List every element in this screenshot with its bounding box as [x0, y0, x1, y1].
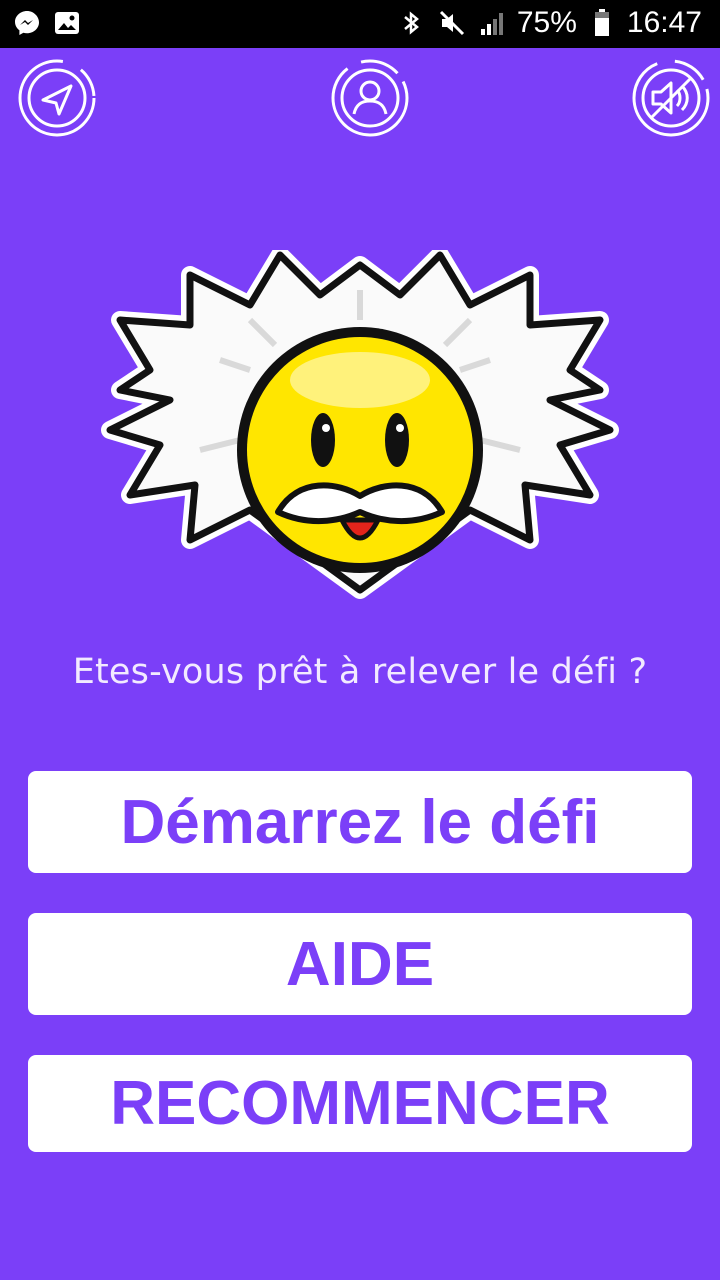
image-icon [52, 8, 82, 38]
sound-toggle-button[interactable] [631, 58, 711, 138]
messenger-icon [12, 8, 42, 38]
signal-icon [477, 8, 507, 38]
profile-button[interactable] [330, 58, 410, 138]
restart-button[interactable]: RECOMMENCER [28, 1055, 692, 1152]
status-left-icons [12, 8, 82, 38]
sound-off-icon [632, 59, 710, 137]
start-challenge-button[interactable]: Démarrez le défi [28, 771, 692, 873]
battery-percent: 75% [516, 6, 577, 39]
challenge-prompt: Etes-vous prêt à relever le défi ? [72, 652, 648, 692]
profile-icon [331, 59, 409, 137]
status-bar: 75% 16:47 [0, 0, 720, 48]
navigation-button[interactable] [17, 58, 97, 138]
battery-icon [587, 8, 617, 38]
status-right: 75% 16:47 [397, 6, 702, 40]
navigation-arrow-icon [18, 59, 96, 137]
help-button[interactable]: AIDE [28, 913, 692, 1015]
clock: 16:47 [626, 6, 702, 39]
bluetooth-icon [397, 8, 427, 38]
einstein-smiley-illustration [100, 246, 620, 610]
mute-icon [437, 8, 467, 38]
